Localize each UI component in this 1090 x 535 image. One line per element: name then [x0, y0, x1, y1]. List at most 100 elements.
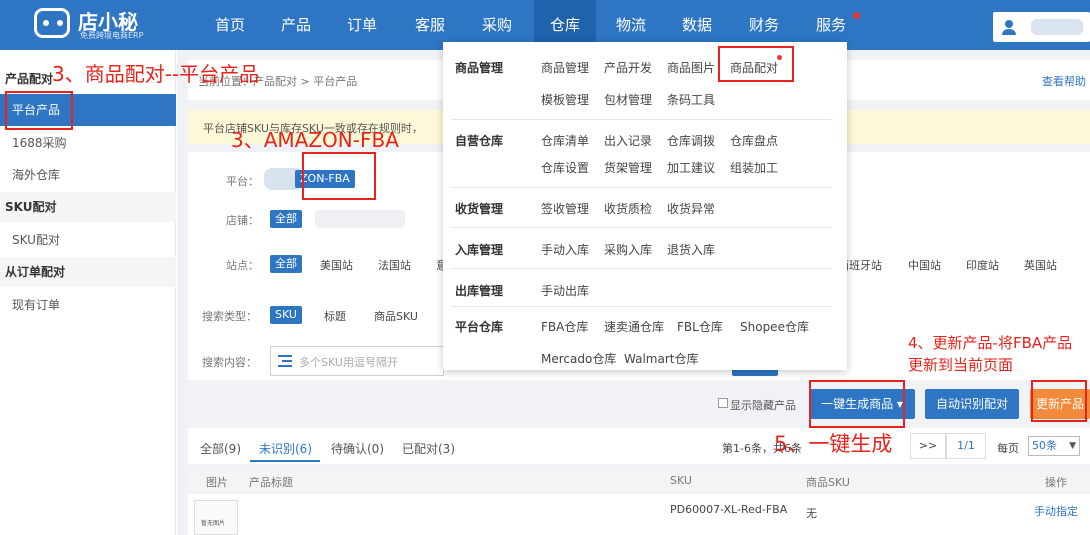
- row-sku: PD60007-XL-Red-FBA: [670, 503, 788, 516]
- search-content-label: 搜索内容：: [202, 356, 257, 369]
- user-menu[interactable]: [993, 12, 1090, 42]
- menu-divider: [451, 227, 831, 228]
- site-all[interactable]: 全部: [270, 255, 302, 273]
- menu-item-inout-records[interactable]: 出入记录: [604, 132, 652, 149]
- logo[interactable]: 店小秘 免费跨境电商ERP: [34, 8, 174, 42]
- tab-pending[interactable]: 待确认(0): [331, 440, 384, 457]
- site-us[interactable]: 美国站: [320, 257, 353, 273]
- menu-group-inbound: 入库管理: [455, 243, 504, 257]
- menu-item-manual-inbound[interactable]: 手动入库: [541, 241, 589, 258]
- sidebar-item-1688-purchase[interactable]: 1688采购: [0, 127, 176, 159]
- per-page-label: 每页: [997, 442, 1019, 455]
- menu-item-aliexpress-warehouse[interactable]: 速卖通仓库: [604, 318, 664, 335]
- menu-item-processing[interactable]: 加工建议: [667, 159, 715, 176]
- annotation-box-product-match: [718, 46, 794, 82]
- hide-products-label: 显示隐藏产品: [730, 399, 796, 412]
- menu-item-mercado-warehouse[interactable]: Mercado仓库: [541, 350, 616, 367]
- site-cn[interactable]: 中国站: [908, 257, 941, 273]
- row-action-manual[interactable]: 手动指定: [1034, 503, 1078, 519]
- annotation-step3-amazon-fba: 3、AMAZON-FBA: [231, 128, 399, 152]
- menu-group-own-warehouse: 自营仓库: [455, 134, 504, 148]
- menu-item-product-dev[interactable]: 产品开发: [604, 59, 652, 76]
- nav-orders[interactable]: 订单: [336, 0, 388, 50]
- menu-item-barcode[interactable]: 条码工具: [667, 91, 715, 108]
- menu-item-product-images[interactable]: 商品图片: [667, 59, 715, 76]
- menu-item-stocktake[interactable]: 仓库盘点: [730, 132, 778, 149]
- user-icon: [1002, 20, 1016, 35]
- hide-products-checkbox[interactable]: [718, 398, 728, 408]
- sidebar-item-overseas-warehouse[interactable]: 海外仓库: [0, 159, 176, 191]
- site-fr[interactable]: 法国站: [378, 257, 411, 273]
- caret-down-icon: ▼: [1069, 441, 1076, 451]
- menu-item-fba-warehouse[interactable]: FBA仓库: [541, 318, 588, 335]
- menu-item-walmart-warehouse[interactable]: Walmart仓库: [624, 350, 698, 367]
- pagination-page[interactable]: 1/1: [946, 433, 986, 459]
- menu-item-return-inbound[interactable]: 退货入库: [667, 241, 715, 258]
- nav-products[interactable]: 产品: [270, 0, 322, 50]
- menu-divider: [451, 268, 831, 269]
- tab-unrecognized[interactable]: 未识别(6): [259, 440, 312, 457]
- platform-label: 平台：: [226, 175, 259, 188]
- site-uk[interactable]: 英国站: [1024, 257, 1057, 273]
- sidebar-section-sku-match: SKU配对: [0, 192, 176, 222]
- menu-item-warehouse-list[interactable]: 仓库清单: [541, 132, 589, 149]
- col-action: 操作: [1045, 476, 1067, 489]
- notification-dot-icon: [853, 12, 860, 19]
- annotation-step4-update: 4、更新产品-将FBA产品更新到当前页面: [908, 334, 1073, 374]
- search-placeholder: 多个SKU用逗号隔开: [299, 356, 398, 369]
- menu-item-templates[interactable]: 模板管理: [541, 91, 589, 108]
- col-product-sku: 商品SKU: [806, 476, 850, 489]
- help-link[interactable]: 查看帮助: [1042, 73, 1086, 89]
- menu-item-shelves[interactable]: 货架管理: [604, 159, 652, 176]
- search-type-sku[interactable]: SKU: [270, 306, 302, 324]
- col-image: 图片: [206, 476, 228, 489]
- menu-divider: [451, 119, 831, 120]
- per-page-select[interactable]: 50条 ▼: [1028, 436, 1080, 456]
- menu-group-outbound: 出库管理: [455, 284, 504, 298]
- store-all[interactable]: 全部: [270, 210, 302, 228]
- search-type-label: 搜索类型：: [202, 310, 257, 323]
- tab-active-underline: [250, 460, 320, 462]
- robot-logo-icon: [34, 8, 70, 38]
- menu-item-transfer[interactable]: 仓库调拨: [667, 132, 715, 149]
- menu-item-warehouse-settings[interactable]: 仓库设置: [541, 159, 589, 176]
- row-product-sku: 无: [806, 507, 817, 520]
- pagination-next[interactable]: >>: [910, 433, 946, 459]
- site-label: 站点：: [226, 259, 259, 272]
- menu-item-purchase-inbound[interactable]: 采购入库: [604, 241, 652, 258]
- menu-divider: [451, 187, 831, 188]
- sidebar-item-existing-orders[interactable]: 现有订单: [0, 289, 176, 321]
- menu-item-assembly[interactable]: 组装加工: [730, 159, 778, 176]
- annotation-box-amazon-fba: [302, 152, 376, 200]
- col-sku: SKU: [670, 474, 692, 487]
- sidebar-section-order-match: 从订单配对: [0, 257, 176, 287]
- sidebar-item-sku-match[interactable]: SKU配对: [0, 224, 176, 256]
- nav-home[interactable]: 首页: [204, 0, 256, 50]
- list-icon: [278, 355, 292, 367]
- menu-item-qc[interactable]: 收货质检: [604, 200, 652, 217]
- site-in[interactable]: 印度站: [966, 257, 999, 273]
- logo-tagline: 免费跨境电商ERP: [80, 31, 144, 40]
- menu-item-manual-outbound[interactable]: 手动出库: [541, 282, 589, 299]
- table-header: [188, 468, 1090, 492]
- menu-item-packaging[interactable]: 包材管理: [604, 91, 652, 108]
- annotation-step5-generate: 5、一键生成: [774, 432, 893, 456]
- menu-item-fbl-warehouse[interactable]: FBL仓库: [677, 318, 723, 335]
- annotation-step3-product-match: 3、商品配对--平台产品: [52, 62, 260, 86]
- menu-item-shopee-warehouse[interactable]: Shopee仓库: [740, 318, 809, 335]
- menu-group-platform-warehouse: 平台仓库: [455, 320, 504, 334]
- col-title: 产品标题: [249, 476, 293, 489]
- search-input[interactable]: 多个SKU用逗号隔开: [270, 346, 444, 376]
- auto-match-button[interactable]: 自动识别配对: [925, 389, 1019, 419]
- per-page-value: 50条: [1032, 439, 1057, 452]
- warehouse-dropdown-menu: 商品管理 商品管理 产品开发 商品图片 商品配对 模板管理 包材管理 条码工具 …: [443, 42, 847, 370]
- menu-item-product-management[interactable]: 商品管理: [541, 59, 589, 76]
- annotation-box-generate: [809, 380, 905, 428]
- search-type-product-sku[interactable]: 商品SKU: [374, 308, 418, 324]
- menu-item-receive-exception[interactable]: 收货异常: [667, 200, 715, 217]
- search-type-title[interactable]: 标题: [324, 308, 346, 324]
- tab-all[interactable]: 全部(9): [200, 440, 241, 457]
- menu-item-sign[interactable]: 签收管理: [541, 200, 589, 217]
- table-row: [188, 494, 1090, 535]
- tab-matched[interactable]: 已配对(3): [402, 440, 455, 457]
